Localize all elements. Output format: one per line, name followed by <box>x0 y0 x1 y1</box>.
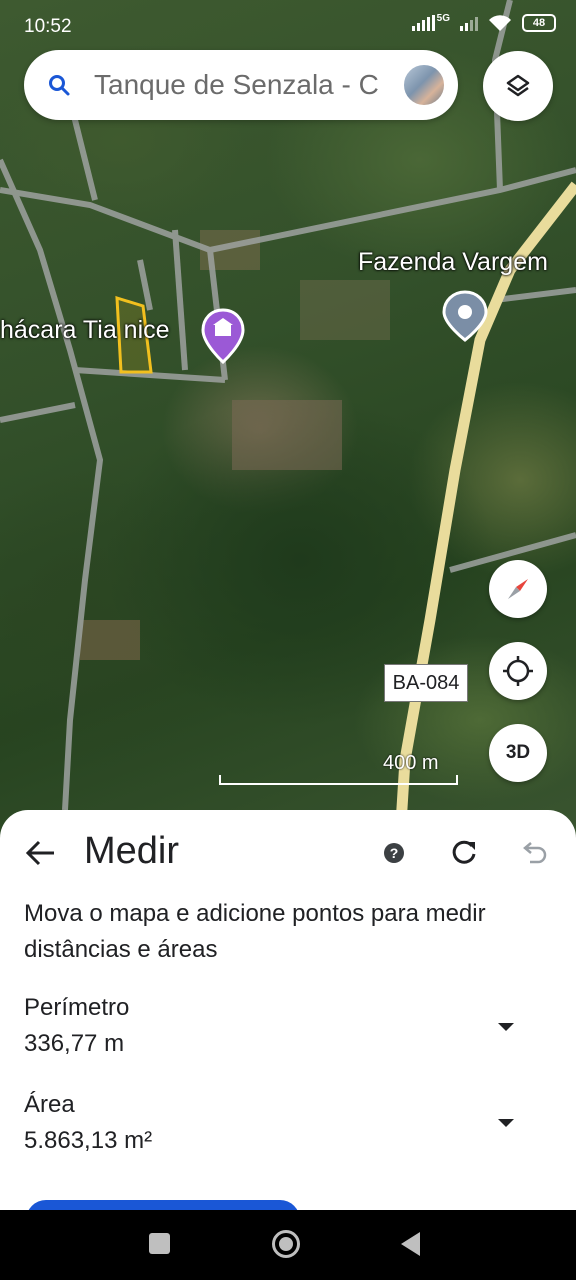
place-pin-purple[interactable] <box>201 308 245 364</box>
undo-icon[interactable] <box>520 838 550 866</box>
signal-icon-2 <box>460 15 478 31</box>
scale-bar <box>219 775 458 785</box>
back-arrow-icon[interactable] <box>24 836 58 870</box>
compass-button[interactable] <box>489 560 547 618</box>
layers-icon <box>506 74 530 97</box>
map-roads <box>0 0 576 840</box>
perimeter-section[interactable]: Perímetro 336,77 m <box>24 994 544 1058</box>
help-icon[interactable]: ? <box>384 843 404 863</box>
network-type: 5G <box>436 12 450 24</box>
avatar[interactable] <box>402 63 446 107</box>
recents-button[interactable] <box>149 1233 170 1254</box>
system-nav-bar <box>0 1210 576 1280</box>
3d-button[interactable]: 3D <box>489 724 547 782</box>
place-label-fazenda[interactable]: Fazenda Vargem <box>358 248 548 277</box>
system-back-button[interactable] <box>401 1232 420 1256</box>
area-dropdown-icon[interactable] <box>498 1119 514 1127</box>
signal-icon <box>411 15 435 31</box>
place-label-chacara[interactable]: hácara Tia nice <box>0 316 170 345</box>
sheet-title: Medir <box>84 830 180 872</box>
map-view[interactable]: hácara Tia nice Fazenda Vargem 3D BA-084… <box>0 0 576 840</box>
home-button[interactable] <box>272 1230 300 1258</box>
battery-level: 48 <box>532 17 546 29</box>
status-bar: 10:52 5G 48 <box>0 0 576 52</box>
layers-button[interactable] <box>483 51 553 121</box>
area-value: 5.863,13 m² <box>24 1127 153 1154</box>
measure-sheet: Medir ? Mova o mapa e adicione pontos pa… <box>0 810 576 1240</box>
my-location-button[interactable] <box>489 642 547 700</box>
area-label: Área <box>24 1091 75 1118</box>
perimeter-dropdown-icon[interactable] <box>498 1023 514 1031</box>
status-time: 10:52 <box>24 16 72 37</box>
sheet-header: Medir ? <box>0 810 576 896</box>
sheet-description: Mova o mapa e adicione pontos para medir… <box>24 900 486 963</box>
wifi-icon <box>489 15 511 31</box>
compass-icon <box>508 579 528 599</box>
search-icon <box>49 75 70 96</box>
search-bar[interactable]: Tanque de Senzala - C <box>24 50 458 120</box>
battery-icon: 48 <box>522 14 556 32</box>
search-input[interactable]: Tanque de Senzala - C <box>94 69 402 101</box>
place-pin-gray[interactable] <box>441 290 489 342</box>
scale-label: 400 m <box>383 752 439 774</box>
3d-label: 3D <box>505 742 531 763</box>
perimeter-value: 336,77 m <box>24 1030 125 1057</box>
area-section[interactable]: Área 5.863,13 m² <box>24 1091 544 1155</box>
my-location-icon <box>503 656 533 686</box>
refresh-icon[interactable] <box>450 838 478 866</box>
road-shield: BA-084 <box>384 664 468 702</box>
perimeter-label: Perímetro <box>24 994 130 1021</box>
